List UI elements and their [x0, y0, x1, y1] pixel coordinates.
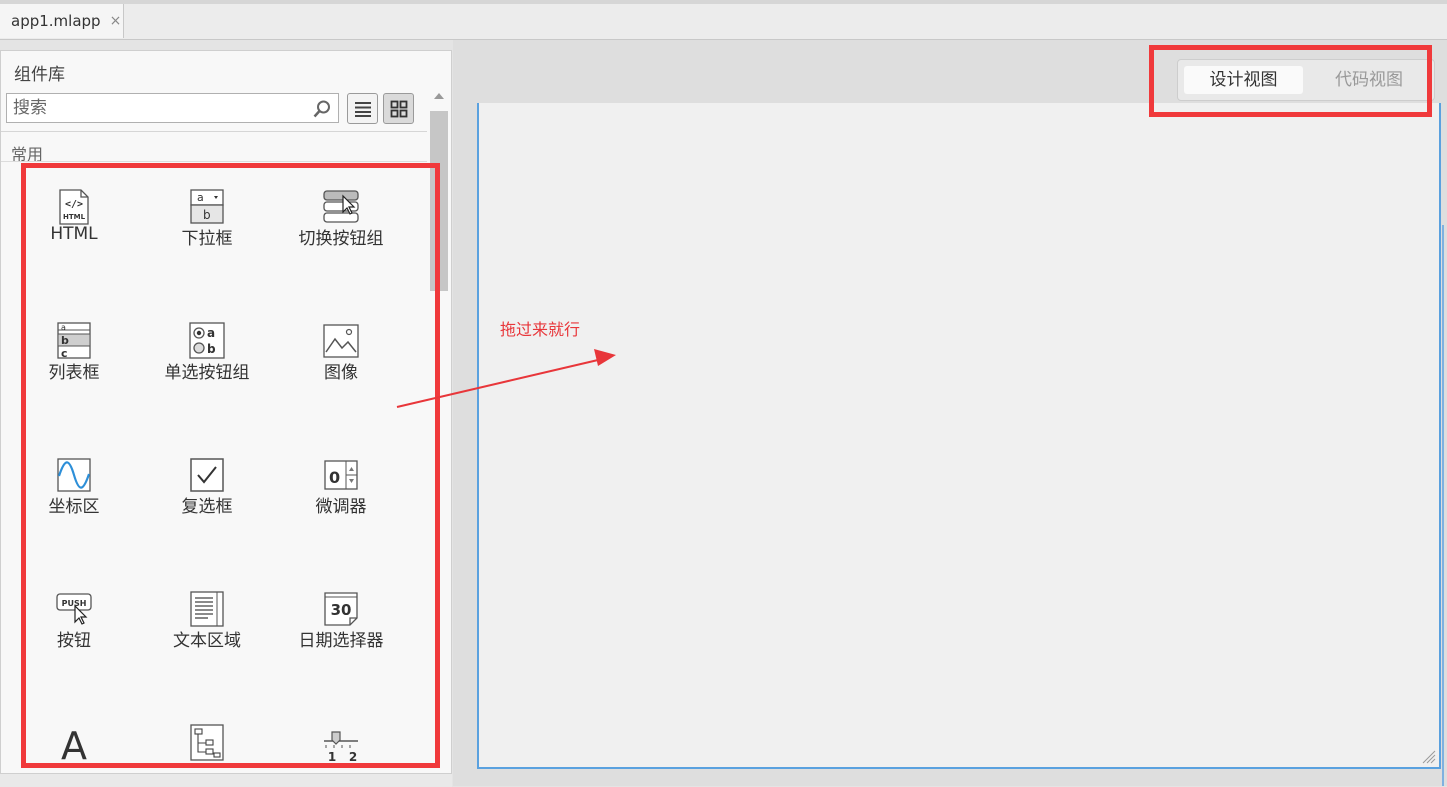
resize-grip-icon[interactable] — [1420, 748, 1436, 764]
document-tabbar: app1.mlapp × — [0, 4, 1447, 40]
scroll-up-icon[interactable] — [434, 93, 444, 99]
app-canvas[interactable] — [477, 103, 1441, 769]
document-tab[interactable]: app1.mlapp × — [0, 4, 124, 38]
search-icon[interactable] — [312, 99, 332, 119]
library-footer — [0, 773, 452, 787]
annotation-text: 拖过来就行 — [500, 320, 581, 339]
library-title: 组件库 — [14, 65, 65, 85]
grid-view-button[interactable] — [383, 93, 414, 124]
highlight-box-components — [21, 163, 440, 768]
divider — [1, 161, 427, 162]
highlight-box-view-toggle — [1149, 45, 1432, 117]
document-tab-label: app1.mlapp — [11, 12, 101, 30]
search-input[interactable] — [7, 94, 309, 122]
divider — [1, 131, 427, 132]
canvas-edge — [1442, 225, 1444, 786]
search-field[interactable] — [6, 93, 339, 123]
list-view-icon — [355, 102, 371, 117]
grid-view-icon — [390, 100, 408, 118]
close-icon[interactable]: × — [110, 13, 122, 29]
list-view-button[interactable] — [347, 93, 378, 124]
